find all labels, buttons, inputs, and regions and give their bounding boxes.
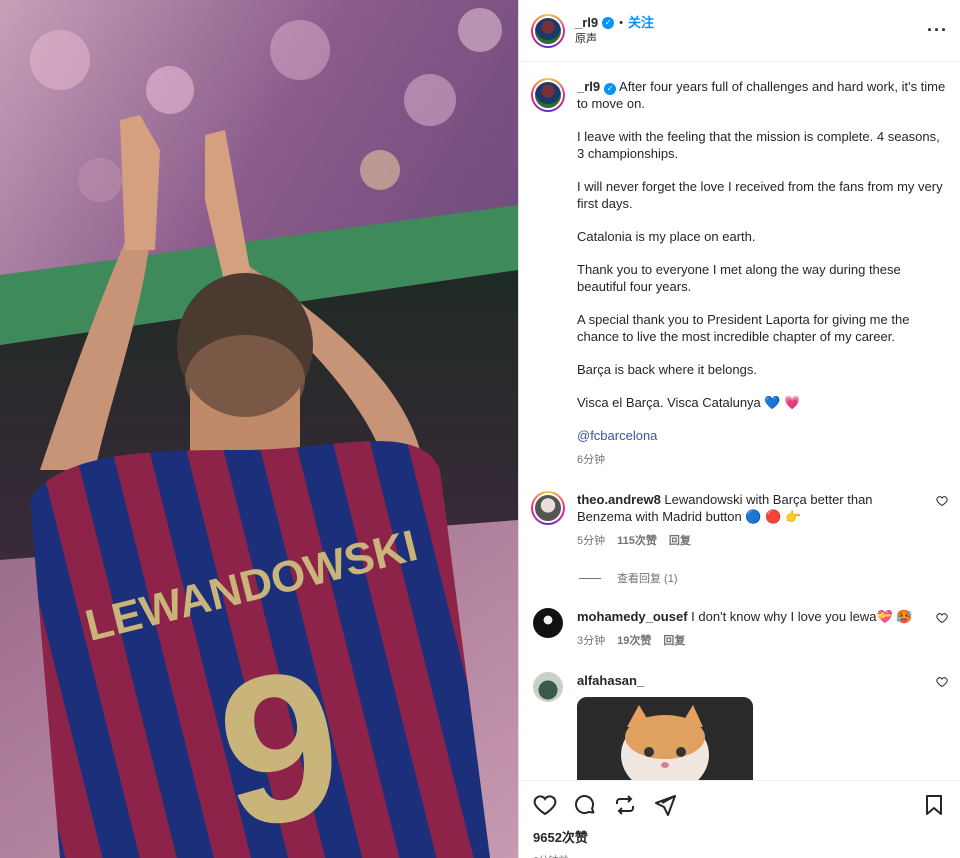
caption-paragraph: I will never forget the love I received … xyxy=(577,179,943,211)
comment-text: I don't know why I love you lewa💝 🥵 xyxy=(691,609,913,624)
caption-paragraph: I leave with the feeling that the missio… xyxy=(577,129,940,161)
caption-paragraph: Catalonia is my place on earth. xyxy=(577,229,756,244)
commenter-avatar[interactable] xyxy=(531,491,565,525)
like-comment-heart-icon[interactable] xyxy=(936,495,948,507)
comments-scroll-area[interactable]: _rl9 ✓ After four years full of challenge… xyxy=(519,62,960,780)
follow-button[interactable]: 关注 xyxy=(628,15,654,31)
comment-item: mohamedy_ousef I don't know why I love y… xyxy=(531,608,948,650)
post-date: 6分钟前 xyxy=(519,852,960,858)
like-comment-heart-icon[interactable] xyxy=(936,676,948,688)
caption-paragraph: Thank you to everyone I met along the wa… xyxy=(577,262,901,294)
post-header: _rl9 ✓ • 关注 原声 ··· xyxy=(519,0,960,62)
view-replies-label: 查看回复 (1) xyxy=(617,573,678,585)
author-avatar[interactable] xyxy=(531,13,565,48)
comment-time: 5分钟 xyxy=(577,535,606,547)
commenter-username[interactable]: alfahasan_ xyxy=(577,673,644,688)
commenter-avatar[interactable] xyxy=(533,608,563,638)
verified-badge-icon: ✓ xyxy=(604,83,617,95)
reply-button[interactable]: 回复 xyxy=(663,633,685,650)
comment-likes[interactable]: 19次赞 xyxy=(617,633,651,650)
commenter-avatar[interactable] xyxy=(533,672,563,702)
more-options-icon[interactable]: ··· xyxy=(927,20,948,41)
commenter-username[interactable]: mohamedy_ousef xyxy=(577,609,688,624)
caption-paragraph: After four years full of challenges and … xyxy=(577,79,946,111)
verified-badge-icon: ✓ xyxy=(602,16,615,29)
like-comment-heart-icon[interactable] xyxy=(936,612,948,624)
post-photo[interactable]: LEWANDOWSKI 9 xyxy=(0,0,518,858)
mention-link[interactable]: @fcbarcelona xyxy=(577,428,657,443)
player-photo-illustration: LEWANDOWSKI 9 xyxy=(0,0,518,858)
caption-paragraph: A special thank you to President Laporta… xyxy=(577,312,910,344)
comment-time: 3分钟 xyxy=(577,635,606,647)
reply-button[interactable]: 回复 xyxy=(669,533,691,550)
caption-timestamp: 6分钟 xyxy=(577,454,606,466)
post-caption: _rl9 ✓ After four years full of challenge… xyxy=(531,78,948,469)
share-send-icon[interactable] xyxy=(653,793,677,817)
post-side-panel: _rl9 ✓ • 关注 原声 ··· _rl9 ✓ After four year… xyxy=(518,0,960,858)
caption-username[interactable]: _rl9 xyxy=(577,79,600,94)
replies-divider xyxy=(579,577,601,579)
comment-likes[interactable]: 115次赞 xyxy=(617,533,657,550)
comment-image-cat[interactable] xyxy=(577,697,753,780)
post-view: LEWANDOWSKI 9 _rl9 ✓ • 关注 原声 ··· _rl9 ✓ … xyxy=(0,0,960,858)
save-bookmark-icon[interactable] xyxy=(922,793,946,817)
repost-icon[interactable] xyxy=(613,793,637,817)
like-heart-icon[interactable] xyxy=(533,793,557,817)
author-username[interactable]: _rl9 xyxy=(575,15,598,31)
commenter-username[interactable]: theo.andrew8 xyxy=(577,492,661,507)
comment-item: alfahasan_ xyxy=(531,672,948,780)
like-count[interactable]: 9652次赞 xyxy=(519,828,960,852)
comment-bubble-icon[interactable] xyxy=(573,793,597,817)
cat-meme-image xyxy=(577,697,753,780)
separator-dot: • xyxy=(619,16,623,29)
audio-label[interactable]: 原声 xyxy=(575,31,654,47)
post-actions-bar xyxy=(519,780,960,828)
caption-avatar[interactable] xyxy=(531,78,565,112)
view-replies-button[interactable]: 查看回复 (1) xyxy=(579,570,948,586)
caption-paragraph: Barça is back where it belongs. xyxy=(577,362,757,377)
caption-paragraph: Visca el Barça. Visca Catalunya 💙 💗 xyxy=(577,395,801,410)
comment-item: theo.andrew8 Lewandowski with Barça bett… xyxy=(531,491,948,550)
